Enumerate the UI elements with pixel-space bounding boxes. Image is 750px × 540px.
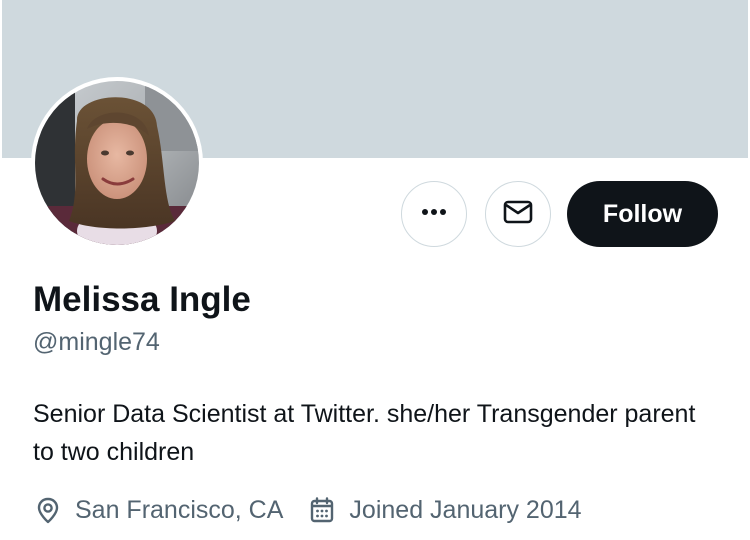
profile-handle: @mingle74 [33,328,160,356]
joined-text: Joined January 2014 [349,495,582,524]
avatar-ring [31,77,203,249]
avatar-photo [35,81,199,245]
profile-bio: Senior Data Scientist at Twitter. she/he… [33,400,696,466]
profile-meta: San Francisco, CA Joined January 2014 [33,492,582,528]
more-icon [419,197,449,232]
envelope-icon [502,196,534,233]
profile-page: Follow Melissa Ingle @mingle74 Senior Da… [0,0,750,540]
calendar-icon [307,495,337,525]
message-button[interactable] [485,181,551,247]
location-pin-icon [33,495,63,525]
location-text: San Francisco, CA [75,495,284,524]
joined-item: Joined January 2014 [307,495,582,525]
follow-button[interactable]: Follow [567,181,718,247]
more-button[interactable] [401,181,467,247]
profile-name: Melissa Ingle [33,280,251,319]
location-item: San Francisco, CA [33,495,283,525]
avatar[interactable] [35,81,199,245]
